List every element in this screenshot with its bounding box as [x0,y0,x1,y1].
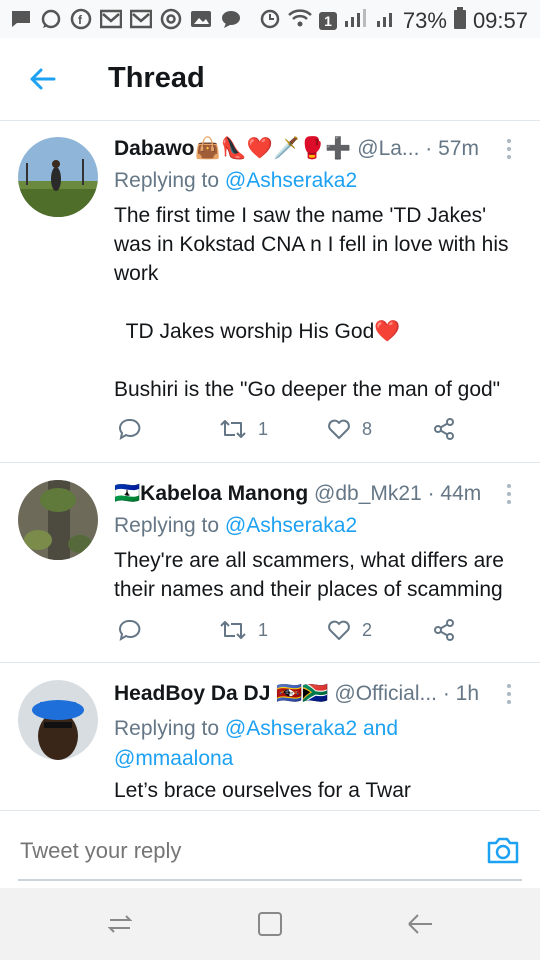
flag-emojis: 🇸🇿🇿🇦 [276,682,329,705]
tweet-header: Dabawo👜👠❤️🗡️🥊➕ @La... · 57m [114,137,479,161]
retweet-button[interactable]: 1 [218,618,268,642]
avatar[interactable] [18,137,98,217]
tweet[interactable]: 🇱🇸Kabeloa Manong @db_Mk21 · 44m Replying… [0,462,540,663]
status-bar: f 1 73% 09:57 [0,0,540,38]
timestamp: · 57m [425,137,479,160]
share-button[interactable] [432,618,456,642]
avatar[interactable] [18,680,98,760]
avatar[interactable] [18,480,98,560]
tweet[interactable]: HeadBoy Da DJ 🇸🇿🇿🇦 @Official... · 1h Rep… [0,662,540,810]
reply-icon [119,619,141,642]
tweet-header: HeadBoy Da DJ 🇸🇿🇿🇦 @Official... · 1h [114,682,479,706]
message-icon [10,8,32,30]
sim-badge: 1 [319,12,337,30]
recent-apps-icon[interactable] [104,908,136,940]
reply-composer [0,810,540,889]
gmail-icon-2 [130,8,152,30]
wifi-icon [287,7,313,35]
replying-to: Replying to @Ashseraka2 [114,169,357,193]
reply-button[interactable] [118,618,142,642]
system-status: 1 73% 09:57 [259,6,528,36]
page-title: Thread [108,62,205,94]
display-name[interactable]: HeadBoy Da DJ [114,682,270,705]
tweet-header: 🇱🇸Kabeloa Manong @db_Mk21 · 44m [114,482,481,506]
battery-icon [453,6,467,36]
clock: 09:57 [472,8,528,33]
more-options-icon[interactable] [502,482,516,506]
back-icon[interactable] [404,908,436,940]
svg-text:f: f [78,13,83,27]
share-icon [434,418,454,440]
signal-icon-2 [375,7,397,35]
like-count: 2 [362,619,373,640]
flag-emoji: 🇱🇸 [114,482,141,505]
camera-icon[interactable] [486,833,520,867]
display-name[interactable]: Kabeloa Manong [140,482,308,505]
retweet-button[interactable]: 1 [218,417,268,441]
tweet-text: Let’s brace ourselves for a Twar [114,779,411,802]
reply-input[interactable] [18,837,482,865]
signal-icon [343,7,369,35]
retweet-icon [220,420,246,438]
like-button[interactable]: 8 [326,417,372,441]
heart-icon [328,419,350,439]
back-arrow-icon[interactable] [28,64,58,94]
tweet-text: The first time I saw the name 'TD Jakes'… [114,204,509,401]
handle[interactable]: @Official... [334,682,437,705]
facebook-icon: f [70,8,92,30]
app-bar: Thread [0,38,540,121]
replying-label: Replying to [114,717,225,740]
name-emojis: 👜👠❤️🗡️🥊➕ [194,137,352,160]
share-icon [434,619,454,641]
tweet-actions: 1 8 [114,417,474,447]
replying-to: Replying to @Ashseraka2 [114,514,357,538]
notification-icons: f [10,8,242,30]
like-button[interactable]: 2 [326,618,372,642]
whatsapp-icon [40,8,62,30]
heart-icon [328,620,350,640]
mention-link[interactable]: @Ashseraka2 [225,514,357,537]
gallery-icon [190,8,212,30]
replying-to: Replying to @Ashseraka2 and @mmaalona [114,714,398,774]
like-count: 8 [362,418,373,439]
tweet[interactable]: Dabawo👜👠❤️🗡️🥊➕ @La... · 57m Replying to … [0,121,540,463]
reply-icon [119,418,141,441]
reply-button[interactable] [118,417,142,441]
share-button[interactable] [432,417,456,441]
more-options-icon[interactable] [502,137,516,161]
battery-percent: 73% [402,8,447,33]
tweet-actions: 1 2 [114,618,474,648]
system-nav-bar [0,888,540,960]
alarm-icon [259,7,281,35]
timestamp: · 44m [427,482,482,505]
retweet-count: 1 [258,418,269,439]
gmail-icon [100,8,122,30]
more-options-icon[interactable] [502,682,516,706]
timestamp: · 1h [442,682,480,705]
input-underline [18,879,522,881]
email-at-icon [160,8,182,30]
chat-bubble-icon [220,8,242,30]
mention-link[interactable]: @Ashseraka2 [225,169,357,192]
retweet-icon [220,621,246,639]
replying-label: Replying to [114,514,225,537]
tweet-text: They're are all scammers, what differs a… [114,549,504,601]
handle[interactable]: @db_Mk21 [314,482,422,505]
home-icon[interactable] [254,908,286,940]
mention-link-2[interactable]: @mmaalona [114,747,233,770]
replying-label: Replying to [114,169,225,192]
retweet-count: 1 [258,619,269,640]
handle[interactable]: @La... [357,137,419,160]
mention-link[interactable]: @Ashseraka2 and [225,717,398,740]
display-name[interactable]: Dabawo [114,137,195,160]
